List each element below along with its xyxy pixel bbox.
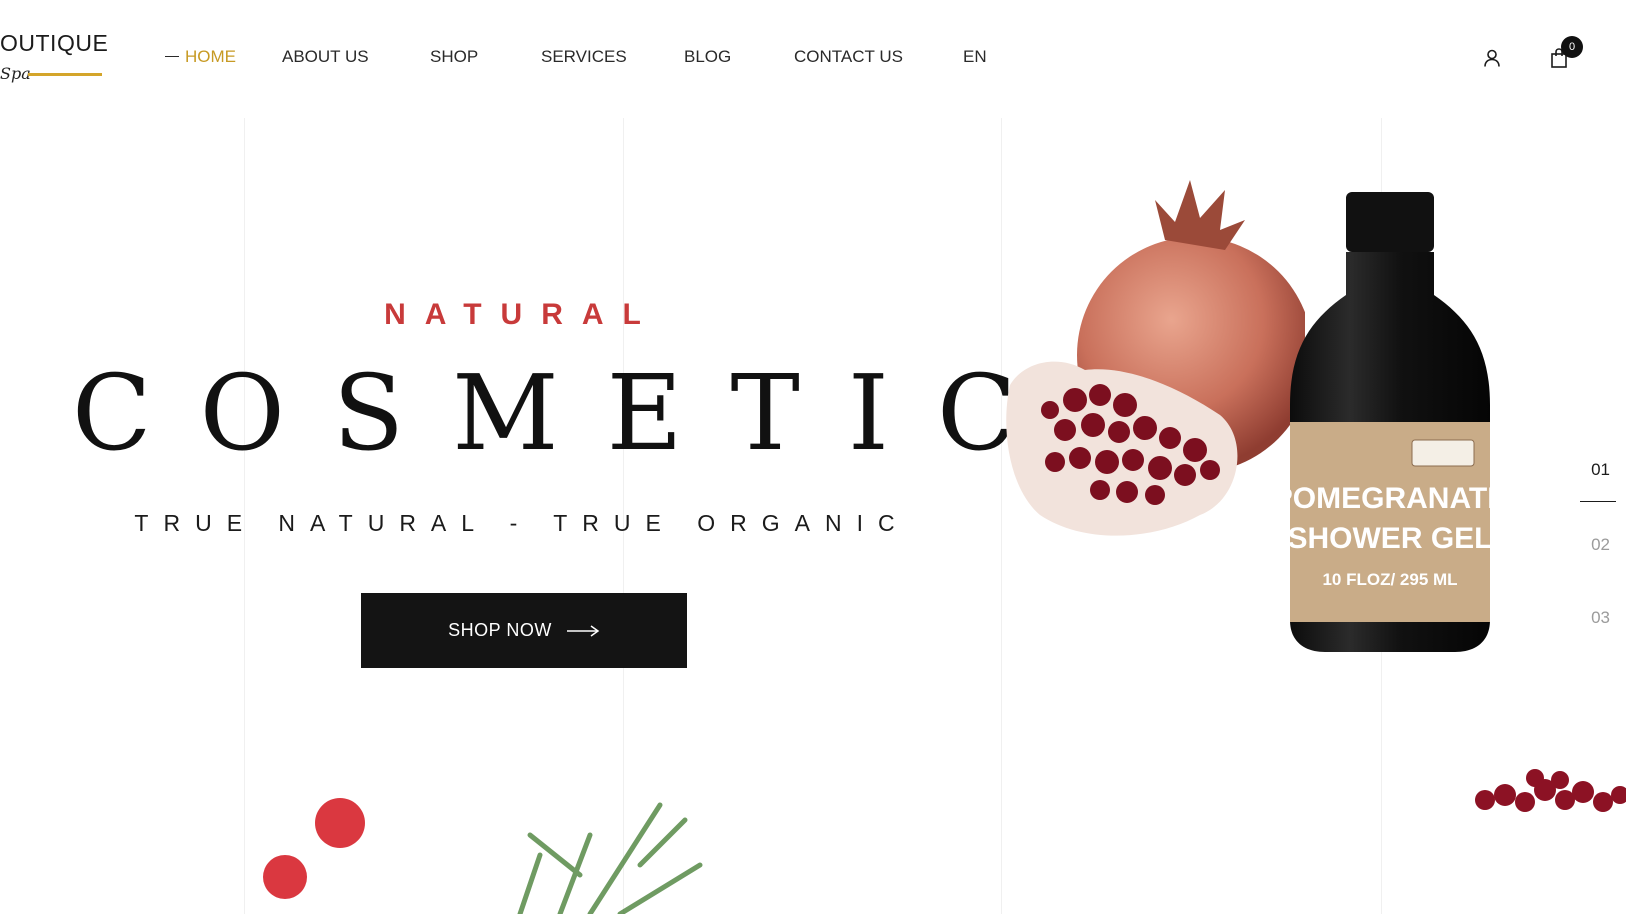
logo-underline (28, 73, 102, 76)
logo-script: Spa (0, 64, 31, 83)
shop-now-label: SHOP NOW (448, 620, 552, 640)
label-line-2: SHOWER GEL (1287, 522, 1492, 555)
nav-item-shop[interactable]: SHOP (430, 47, 478, 67)
nav-item-blog[interactable]: BLOG (684, 47, 731, 67)
account-button[interactable] (1478, 44, 1506, 72)
nav-item-services[interactable]: SERVICES (541, 47, 627, 67)
pomegranate-seeds-image (1475, 769, 1626, 812)
nav-item-about-us[interactable]: ABOUT US (282, 47, 369, 67)
shop-now-button[interactable]: SHOP NOW (361, 593, 687, 668)
nav-item-home[interactable]: HOME (165, 47, 236, 67)
logo-wordmark: OUTIQUE (0, 30, 109, 56)
user-icon (1484, 49, 1500, 67)
shower-gel-bottle-image: POMEGRANATE SHOWER GEL 10 FLOZ/ 295 ML (1280, 192, 1500, 652)
slide-1-indicator[interactable]: 01 (1591, 460, 1610, 480)
active-dash (165, 56, 179, 58)
hero-title: COSMETIC (72, 352, 1065, 474)
label-line-3: 10 FLOZ/ 295 ML (1322, 570, 1457, 589)
label-line-1: POMEGRANATE (1280, 482, 1500, 515)
cart-button[interactable]: 0 (1545, 36, 1583, 72)
language-selector[interactable]: EN (963, 47, 987, 67)
hero-eyebrow: NATURAL (384, 298, 660, 331)
arrow-right-icon (566, 624, 600, 637)
hero-tagline: TRUE NATURAL - TRUE ORGANIC (134, 510, 910, 536)
logo[interactable]: OUTIQUE Spa (0, 26, 110, 96)
nav-item-contact-us[interactable]: CONTACT US (794, 47, 903, 67)
active-slide-line (1580, 501, 1616, 502)
nav-label: HOME (185, 47, 236, 66)
slide-3-indicator[interactable]: 03 (1591, 608, 1610, 628)
red-berries-image (263, 798, 365, 899)
rosemary-image (517, 802, 703, 914)
slide-2-indicator[interactable]: 02 (1591, 535, 1610, 555)
pomegranate-image (1006, 180, 1305, 536)
site-header: OUTIQUE Spa HOME ABOUT US SHOP SERVICES … (0, 0, 1626, 118)
cart-count-badge: 0 (1561, 36, 1583, 58)
